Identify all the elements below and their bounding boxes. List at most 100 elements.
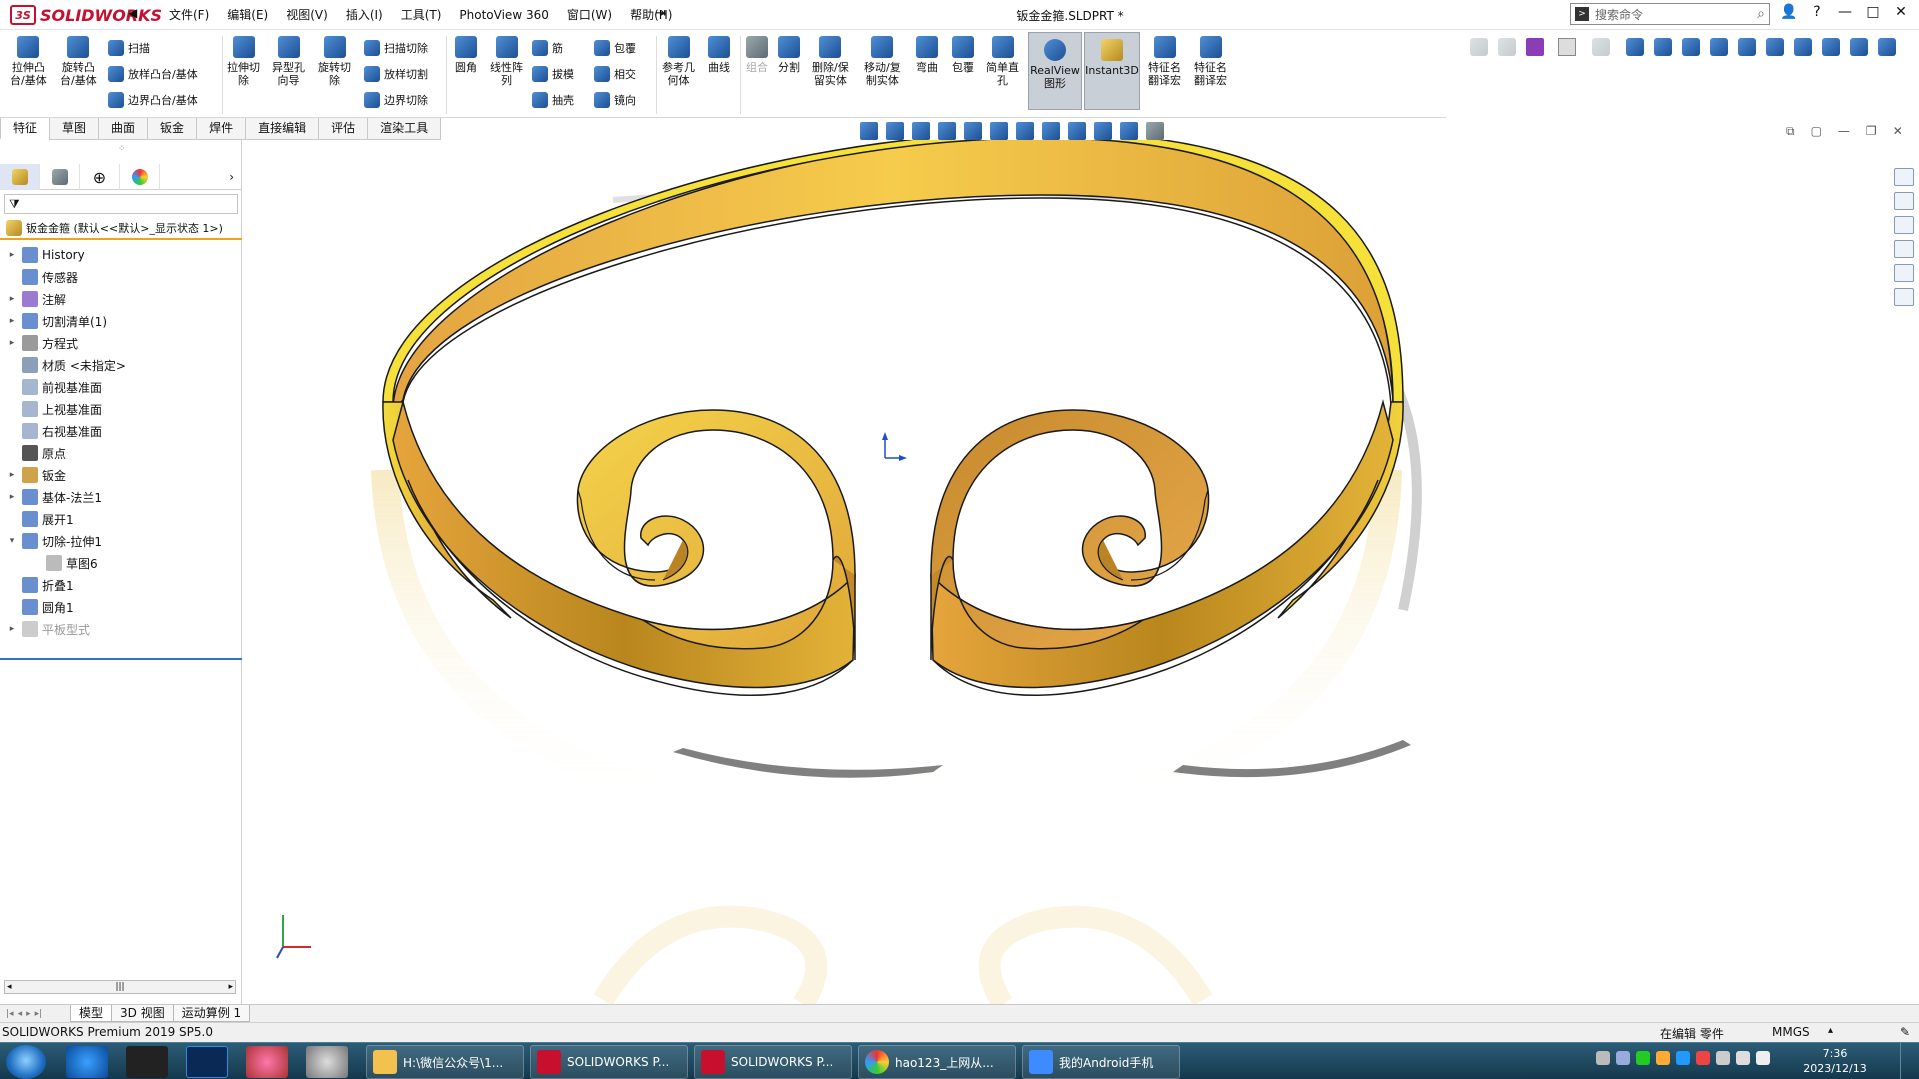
- section-view-icon[interactable]: [938, 122, 956, 140]
- display-style-icon[interactable]: [1016, 122, 1034, 140]
- expand-icon[interactable]: ▸: [6, 316, 18, 326]
- prev-tab-icon[interactable]: ◂: [18, 1009, 23, 1019]
- last-tab-icon[interactable]: ▸|: [35, 1009, 43, 1019]
- help-button[interactable]: ?: [1808, 4, 1826, 20]
- tab-model[interactable]: 模型: [70, 1005, 113, 1022]
- tab-render-tools[interactable]: 渲染工具: [367, 118, 442, 140]
- point-icon[interactable]: [1822, 38, 1840, 56]
- search-commands-box[interactable]: > 搜索命令 ⌕: [1570, 3, 1770, 25]
- tree-item[interactable]: ▸ 注解: [0, 288, 242, 310]
- design-library-icon[interactable]: [1894, 192, 1914, 210]
- menu-file[interactable]: 文件(F): [160, 6, 218, 24]
- apply-scene-icon[interactable]: [1094, 122, 1112, 140]
- taskbar-browser[interactable]: hao123_上网从...: [858, 1045, 1016, 1079]
- monitor-icon[interactable]: [1146, 122, 1164, 140]
- tree-item[interactable]: 前视基准面: [0, 376, 242, 398]
- flex-button[interactable]: 弯曲: [916, 36, 938, 74]
- curves-button[interactable]: 曲线: [708, 36, 730, 74]
- flag-icon[interactable]: [1716, 1051, 1730, 1065]
- feature-manager-tab[interactable]: [0, 164, 40, 190]
- menu-help[interactable]: 帮助(H): [621, 6, 681, 24]
- keyboard-icon[interactable]: [1596, 1051, 1610, 1065]
- tab-weldments[interactable]: 焊件: [196, 118, 247, 140]
- menu-insert[interactable]: 插入(I): [337, 6, 392, 24]
- photoshop-icon[interactable]: [186, 1046, 228, 1078]
- tree-item[interactable]: 折叠1: [0, 574, 242, 596]
- boundary-boss-button[interactable]: 边界凸台/基体: [108, 92, 198, 108]
- split-button[interactable]: 分割: [778, 36, 800, 74]
- view-settings-icon[interactable]: [1120, 122, 1138, 140]
- wechat-icon[interactable]: [1636, 1051, 1650, 1065]
- move-copy-body-button[interactable]: 移动/复 制实体: [864, 36, 901, 87]
- view-icon[interactable]: [1710, 38, 1728, 56]
- feature-name-macro-button-2[interactable]: 特征名 翻译宏: [1194, 36, 1227, 87]
- draft-button[interactable]: 拔模: [532, 66, 574, 82]
- unit-dropdown-icon[interactable]: ▴: [1828, 1025, 1833, 1036]
- scroll-right-icon[interactable]: ▸: [228, 982, 233, 992]
- tab-3d-view[interactable]: 3D 视图: [111, 1005, 174, 1022]
- menu-tools[interactable]: 工具(T): [392, 6, 451, 24]
- media-app-icon[interactable]: [246, 1046, 288, 1078]
- rectangle-icon[interactable]: [1850, 38, 1868, 56]
- tree-item[interactable]: ▸ 平板型式: [0, 618, 242, 640]
- menu-expand-icon[interactable]: ◀: [128, 6, 137, 20]
- unit-system[interactable]: MMGS: [1772, 1025, 1810, 1039]
- appearances-icon[interactable]: [1894, 264, 1914, 282]
- start-button-icon[interactable]: [6, 1045, 46, 1079]
- graphics-area[interactable]: [243, 140, 1893, 1004]
- filter-icon[interactable]: [1470, 38, 1488, 56]
- sketch-icon[interactable]: [1766, 38, 1784, 56]
- taskbar-solidworks-2[interactable]: SOLIDWORKS P...: [694, 1045, 852, 1079]
- expand-icon[interactable]: ▸: [6, 294, 18, 304]
- minimize-button[interactable]: —: [1836, 4, 1854, 20]
- tree-root-part[interactable]: 钣金金箍 (默认<<默认>_显示状态 1>): [0, 218, 242, 240]
- smart-dim-icon[interactable]: [1794, 38, 1812, 56]
- tree-item[interactable]: ▸ 基体-法兰1: [0, 486, 242, 508]
- tree-item[interactable]: 传感器: [0, 266, 242, 288]
- panel-grip-icon[interactable]: ⁘: [118, 144, 126, 154]
- baidu-netdisk-icon[interactable]: [66, 1046, 108, 1078]
- tab-nav-buttons[interactable]: |◂ ◂ ▸ ▸|: [0, 1009, 70, 1019]
- part-icon[interactable]: [1738, 38, 1756, 56]
- cloud-icon[interactable]: [1676, 1051, 1690, 1065]
- realview-graphics-button[interactable]: RealView 图形: [1028, 32, 1082, 110]
- viewport-maximize-icon[interactable]: ❐: [1866, 124, 1877, 139]
- network-icon[interactable]: [1616, 1051, 1630, 1065]
- taskbar-clock[interactable]: 7:36 2023/12/13: [1800, 1046, 1870, 1076]
- horizontal-scrollbar[interactable]: ◂ ||| ▸: [4, 980, 236, 994]
- reference-geometry-button[interactable]: 参考几 何体: [662, 36, 695, 87]
- instant3d-button[interactable]: Instant3D: [1084, 32, 1140, 110]
- wrap-button[interactable]: 包覆: [594, 40, 636, 56]
- revolve-boss-button[interactable]: 旋转凸 台/基体: [60, 36, 97, 87]
- scroll-left-icon[interactable]: ◂: [7, 982, 12, 992]
- expand-icon[interactable]: ▸: [6, 624, 18, 634]
- zoom-to-fit-icon[interactable]: [860, 122, 878, 140]
- plane-icon[interactable]: [1682, 38, 1700, 56]
- tab-sketch[interactable]: 草图: [49, 118, 100, 140]
- qq-icon[interactable]: [1656, 1051, 1670, 1065]
- taskbar-android[interactable]: 我的Android手机: [1022, 1045, 1180, 1079]
- mirror-button[interactable]: 镜向: [594, 92, 636, 108]
- select-arrow-icon[interactable]: [1558, 38, 1576, 56]
- custom-properties-icon[interactable]: [1894, 288, 1914, 306]
- collapse-icon[interactable]: ▾: [6, 536, 18, 546]
- taskbar-explorer[interactable]: H:\微信公众号\1...: [366, 1045, 524, 1079]
- tab-evaluate[interactable]: 评估: [318, 118, 369, 140]
- show-desktop-button[interactable]: [1900, 1043, 1919, 1079]
- delete-keep-body-button[interactable]: 删除/保 留实体: [812, 36, 849, 87]
- taskbar-solidworks-1[interactable]: SOLIDWORKS P...: [530, 1045, 688, 1079]
- fillet-button[interactable]: 圆角: [455, 36, 477, 74]
- filter-toggle-icon[interactable]: [1498, 38, 1516, 56]
- tree-filter[interactable]: ⧩: [4, 194, 238, 214]
- combine-button[interactable]: 组合: [746, 36, 768, 74]
- menu-window[interactable]: 窗口(W): [558, 6, 621, 24]
- tree-item[interactable]: 材质 <未指定>: [0, 354, 242, 376]
- select-disabled-icon[interactable]: [1592, 38, 1610, 56]
- simple-hole-button[interactable]: 简单直 孔: [986, 36, 1019, 87]
- edit-appearance-icon[interactable]: [1068, 122, 1086, 140]
- tree-item[interactable]: 原点: [0, 442, 242, 464]
- tree-item[interactable]: ▸ 切割清单(1): [0, 310, 242, 332]
- dynamic-annotation-icon[interactable]: [964, 122, 982, 140]
- panel-expand-icon[interactable]: ›: [229, 164, 234, 189]
- snap-icon[interactable]: [1626, 38, 1644, 56]
